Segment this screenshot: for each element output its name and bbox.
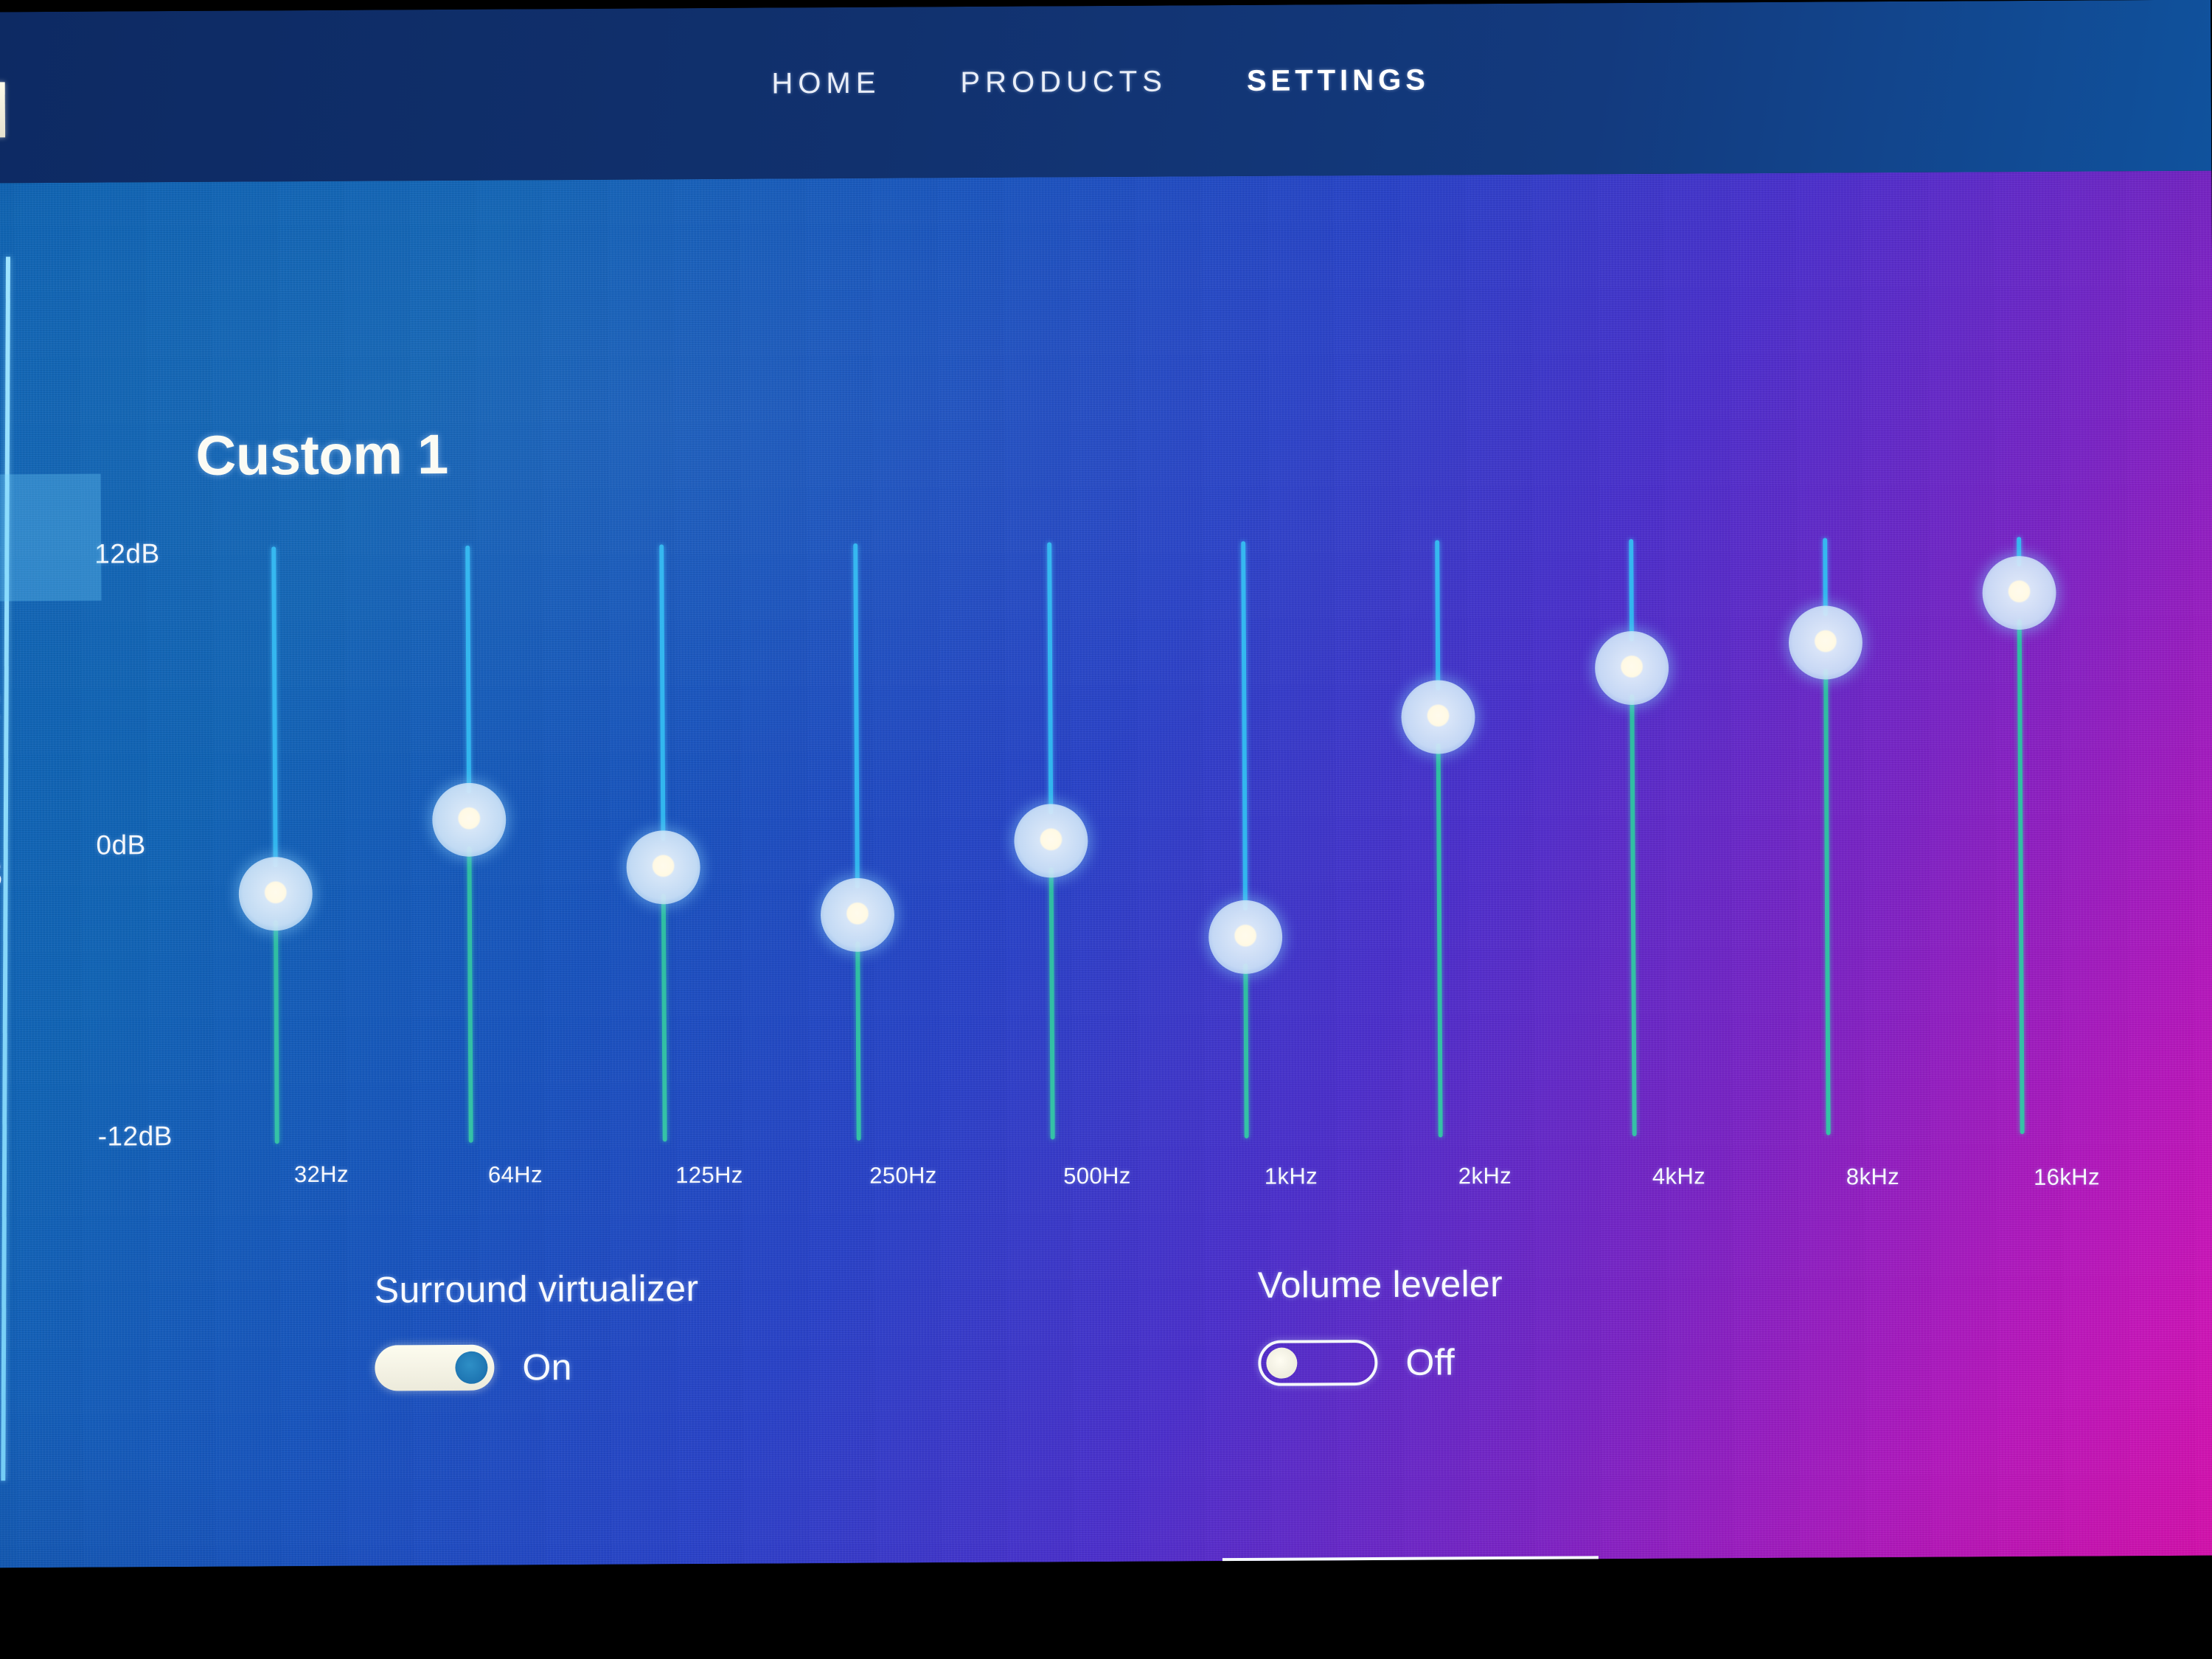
eq-slider-knob-8khz[interactable] xyxy=(1788,605,1863,680)
toggle-knob-icon xyxy=(455,1351,488,1384)
eq-slider-16khz[interactable] xyxy=(1974,500,2066,1150)
eq-slider-250hz[interactable] xyxy=(810,507,902,1156)
eq-slider-knob-500hz[interactable] xyxy=(1014,804,1088,878)
volume-leveler-label: Volume leveler xyxy=(1257,1262,1503,1306)
surround-virtualizer-group: Surround virtualizer On xyxy=(375,1267,699,1391)
action-row: Enabled Apply Default xyxy=(190,1556,2182,1568)
db-axis-label-bottom: -12dB xyxy=(97,1121,173,1152)
surround-virtualizer-row: On xyxy=(375,1343,699,1391)
sidebar-item-preset-1[interactable]: 1 xyxy=(0,473,102,602)
eq-freq-label-500hz: 500Hz xyxy=(1063,1162,1131,1189)
eq-track-upper xyxy=(1241,540,1248,911)
volume-leveler-state: Off xyxy=(1405,1341,1455,1383)
eq-freq-label-250hz: 250Hz xyxy=(869,1161,937,1189)
db-axis-label-mid: 0dB xyxy=(96,830,146,860)
equalizer-panel: 12dB 0dB -12dB 32Hz 64Hz 125Hz 250Hz 500Hz 1kHz 2… xyxy=(94,499,2179,1191)
volume-leveler-group: Volume leveler Off xyxy=(1258,1262,1503,1386)
nav-item-settings[interactable]: SETTINGS xyxy=(1234,59,1443,102)
db-axis-label-top: 12dB xyxy=(94,538,160,569)
eq-track-lower xyxy=(855,941,861,1141)
volume-leveler-row: Off xyxy=(1258,1339,1503,1386)
toggle-knob-icon xyxy=(1266,1347,1298,1379)
main-nav: HOME PRODUCTS SETTINGS xyxy=(0,0,2211,183)
eq-track-upper xyxy=(1047,542,1054,815)
eq-track-upper xyxy=(1823,538,1828,616)
eq-slider-4khz[interactable] xyxy=(1586,502,1678,1152)
eq-slider-knob-2khz[interactable] xyxy=(1401,680,1475,755)
eq-freq-label-64hz: 64Hz xyxy=(487,1161,543,1188)
eq-freq-label-125hz: 125Hz xyxy=(675,1161,743,1189)
sidebar-item-label: 2 xyxy=(0,684,3,728)
eq-track-lower xyxy=(274,920,279,1144)
eq-track-lower xyxy=(467,846,473,1143)
eq-slider-knob-1khz[interactable] xyxy=(1208,900,1283,974)
eq-track-upper xyxy=(853,543,860,888)
focus-ring xyxy=(1229,1563,1592,1568)
eq-slider-knob-125hz[interactable] xyxy=(626,830,700,905)
sidebar-item-preset-3[interactable]: 3 xyxy=(0,810,103,939)
eq-slider-knob-250hz[interactable] xyxy=(820,877,895,952)
eq-freq-label-4khz: 4kHz xyxy=(1652,1163,1706,1190)
eq-slider-500hz[interactable] xyxy=(1004,505,1096,1155)
settings-body: Custom 1 12dB 0dB -12dB 32Hz 64Hz 125Hz 250Hz 5… xyxy=(0,170,2212,1568)
eq-freq-label-32hz: 32Hz xyxy=(293,1161,349,1188)
nav-item-home[interactable]: HOME xyxy=(758,62,894,105)
eq-slider-64hz[interactable] xyxy=(422,508,515,1158)
eq-slider-knob-64hz[interactable] xyxy=(431,782,507,858)
apply-button[interactable]: Apply xyxy=(805,1562,1168,1568)
eq-track-lower xyxy=(1243,963,1249,1138)
nav-item-products[interactable]: PRODUCTS xyxy=(947,60,1180,104)
eq-track-upper xyxy=(659,544,666,841)
eq-freq-label-2khz: 2kHz xyxy=(1458,1163,1512,1189)
sidebar-item-label: 1 xyxy=(0,516,2,560)
eq-slider-knob-4khz[interactable] xyxy=(1594,630,1669,705)
eq-slider-1khz[interactable] xyxy=(1198,504,1290,1154)
eq-track-lower xyxy=(2017,619,2025,1135)
eq-slider-2khz[interactable] xyxy=(1392,503,1484,1152)
eq-track-lower xyxy=(661,894,667,1142)
eq-track-lower xyxy=(1048,867,1055,1140)
eq-track-upper xyxy=(1629,538,1634,641)
eq-slider-125hz[interactable] xyxy=(616,507,709,1157)
eq-track-upper xyxy=(271,546,278,868)
eq-track-lower xyxy=(1823,669,1831,1135)
default-button[interactable]: Default xyxy=(1222,1556,1599,1568)
app-panel: HOME PRODUCTS SETTINGS Custom 1 12dB 0dB -12… xyxy=(0,0,2212,1568)
eq-track-lower xyxy=(1630,694,1637,1136)
top-navigation-bar: HOME PRODUCTS SETTINGS xyxy=(0,0,2212,184)
page-title: Custom 1 xyxy=(195,422,449,487)
surround-virtualizer-toggle[interactable] xyxy=(375,1344,495,1391)
screen-photo: HOME PRODUCTS SETTINGS Custom 1 12dB 0dB -12… xyxy=(0,0,2212,1659)
sidebar-item-label: 3 xyxy=(0,852,4,896)
preset-sidebar: 1 2 3 xyxy=(0,183,107,1568)
settings-content: Custom 1 12dB 0dB -12dB 32Hz 64Hz 125Hz 250Hz 5… xyxy=(94,392,2182,1568)
eq-freq-label-16khz: 16kHz xyxy=(2033,1164,2101,1191)
eq-freq-label-1khz: 1kHz xyxy=(1264,1162,1318,1189)
surround-virtualizer-state: On xyxy=(522,1346,572,1388)
eq-track-upper xyxy=(1435,540,1441,691)
eq-freq-label-8khz: 8kHz xyxy=(1846,1164,1900,1190)
eq-slider-knob-32hz[interactable] xyxy=(238,856,313,931)
eq-track-lower xyxy=(1436,743,1443,1138)
sidebar-item-preset-2[interactable]: 2 xyxy=(0,642,102,771)
volume-leveler-toggle[interactable] xyxy=(1258,1339,1378,1386)
eq-slider-knob-16khz[interactable] xyxy=(1982,555,2056,630)
eq-slider-8khz[interactable] xyxy=(1780,501,1872,1150)
eq-track-upper xyxy=(465,545,472,793)
surround-virtualizer-label: Surround virtualizer xyxy=(374,1267,699,1311)
eq-slider-32hz[interactable] xyxy=(229,509,321,1159)
